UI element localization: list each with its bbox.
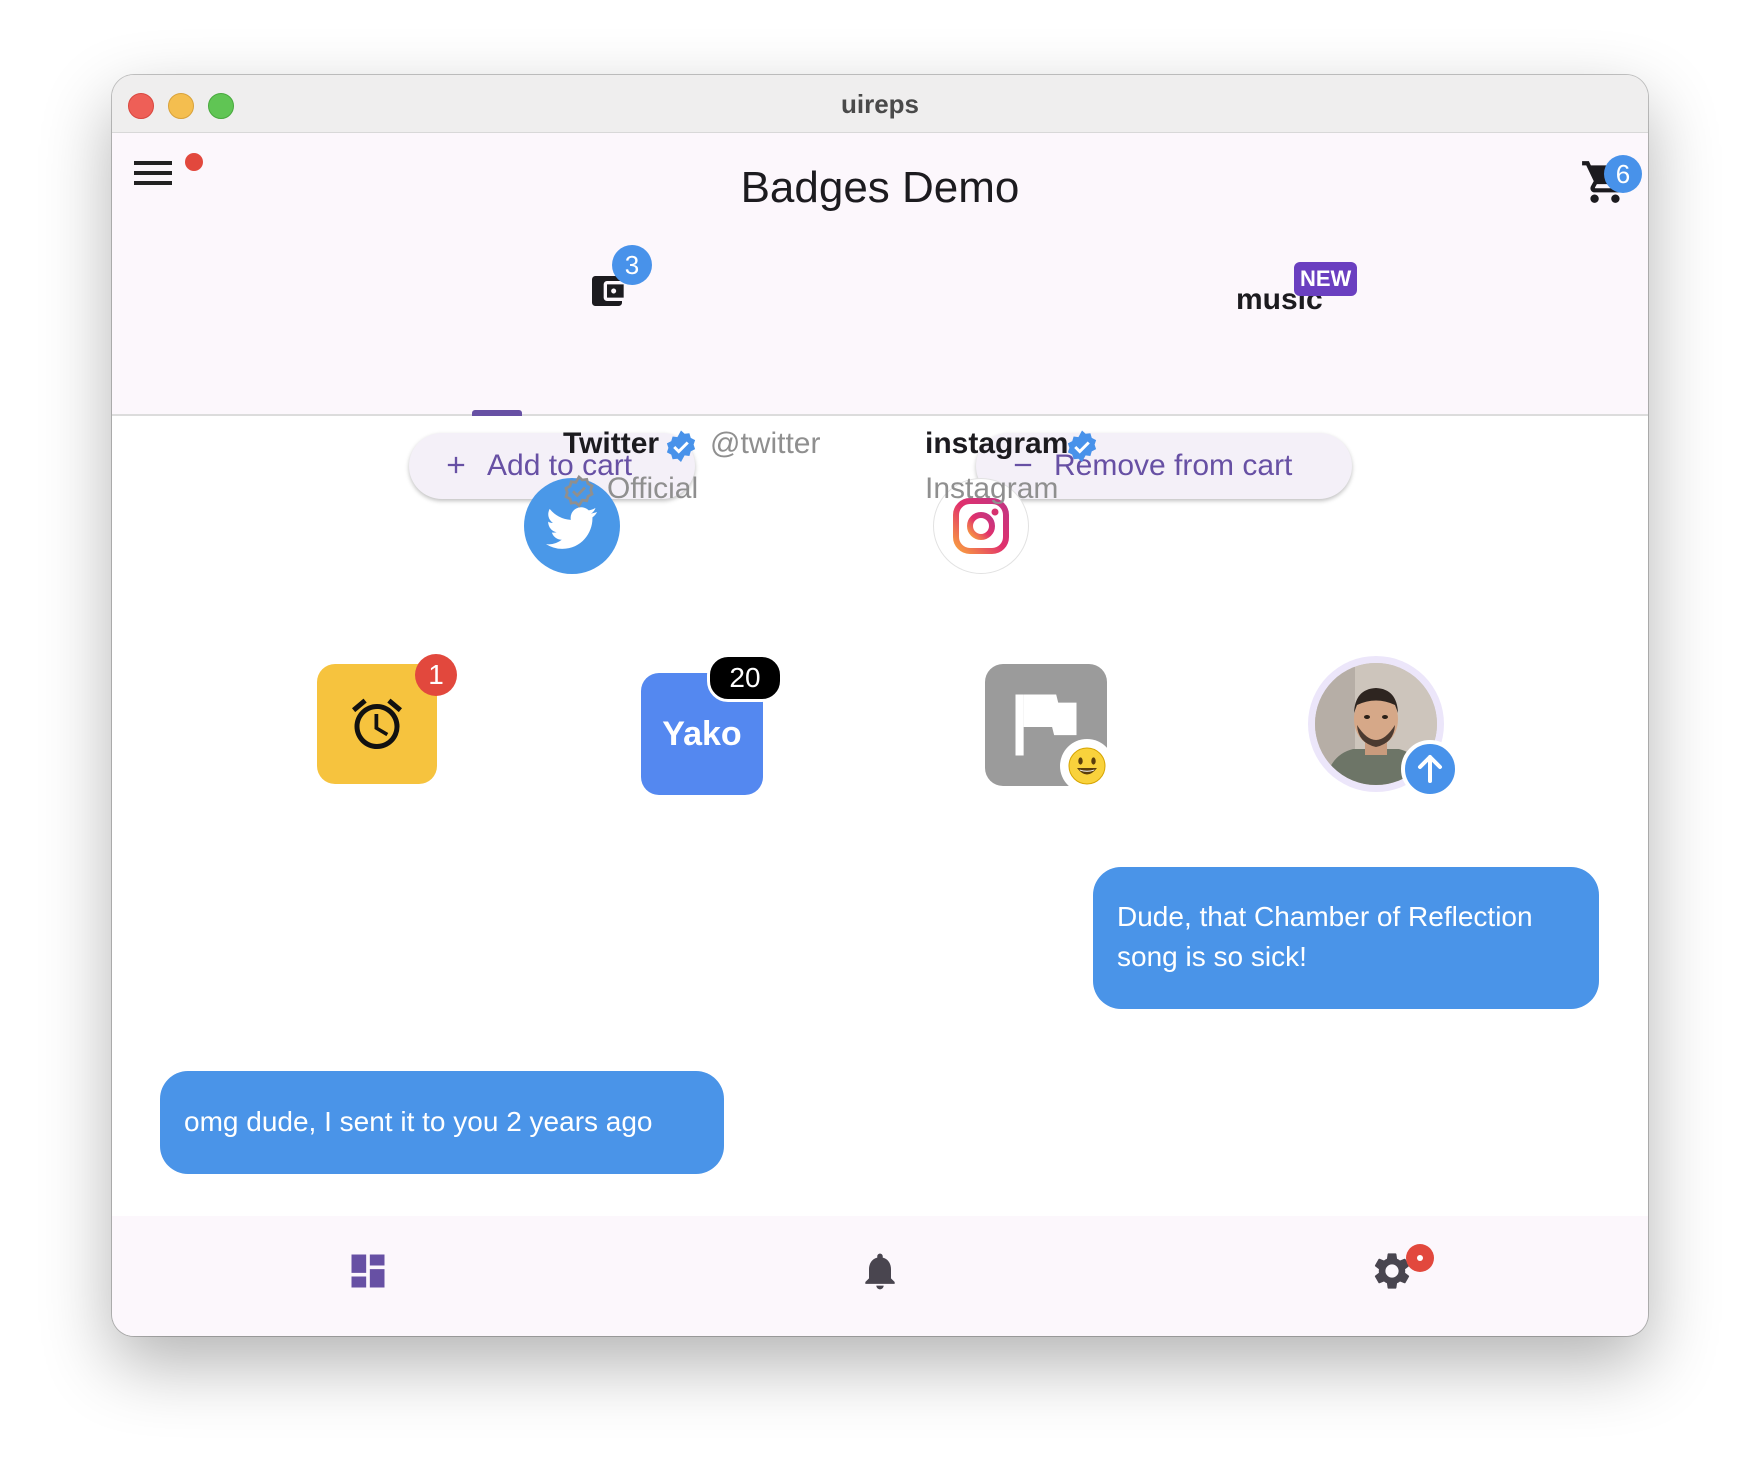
- dashboard-icon: [351, 1254, 385, 1288]
- nav-dashboard[interactable]: [346, 1249, 390, 1293]
- plus-icon: [447, 456, 465, 474]
- twitter-name: Twitter: [563, 427, 660, 460]
- title-bar: uireps: [112, 75, 1648, 133]
- nav-notifications[interactable]: [858, 1249, 902, 1293]
- page-title: Badges Demo: [740, 163, 1020, 212]
- arrow-up-icon: [1418, 755, 1442, 783]
- chat-bubble-outgoing: Dude, that Chamber of Reflection song is…: [1093, 867, 1599, 1009]
- app-bar: Badges Demo 6 3 music NEW: [112, 133, 1648, 416]
- settings-dot-badge: [1406, 1244, 1434, 1272]
- verified-badge-icon: [1067, 430, 1097, 462]
- upload-badge: [1401, 740, 1459, 798]
- chat-bubble-incoming: omg dude, I sent it to you 2 years ago: [160, 1071, 724, 1174]
- tab-indicator: [472, 410, 522, 416]
- twitter-subtitle: Official: [607, 472, 699, 505]
- verified-outline-icon: [564, 474, 594, 508]
- new-badge: NEW: [1294, 262, 1358, 296]
- tab-wallet-badge: 3: [612, 245, 652, 285]
- verified-badge-icon: [666, 430, 696, 462]
- alarm-count-badge: 1: [415, 654, 457, 696]
- smiley-emoji-icon: [1060, 739, 1114, 793]
- yako-count-badge: 20: [707, 654, 783, 702]
- twitter-handle: @twitter: [710, 427, 821, 460]
- instagram-name: instagram: [925, 427, 1069, 460]
- instagram-subtitle: Instagram: [925, 472, 1059, 505]
- tab-music[interactable]: music NEW: [1192, 223, 1412, 319]
- message-text: Dude, that Chamber of Reflection song is…: [1117, 901, 1533, 972]
- app-window: uireps Badges Demo 6 3 music NEW Add to …: [112, 75, 1648, 1336]
- window-title: uireps: [840, 89, 920, 119]
- bell-icon: [865, 1253, 895, 1290]
- tab-wallet[interactable]: 3: [472, 223, 742, 319]
- bottom-navigation: [112, 1216, 1648, 1336]
- message-text: omg dude, I sent it to you 2 years ago: [184, 1106, 653, 1137]
- cart-count-badge: 6: [1604, 155, 1642, 193]
